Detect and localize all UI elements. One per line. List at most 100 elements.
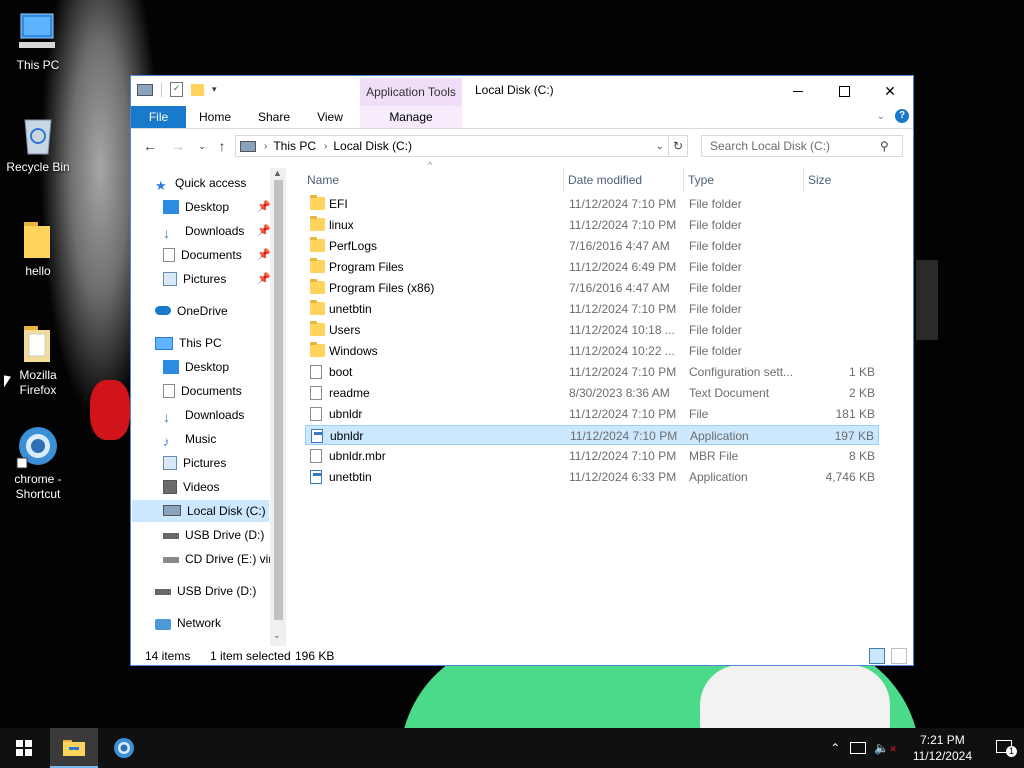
- file-row[interactable]: readme 8/30/2023 8:36 AM Text Document 2 KB: [305, 383, 879, 403]
- nav-qa-documents[interactable]: Documents 📌: [163, 244, 273, 266]
- properties-icon[interactable]: ✓: [170, 82, 183, 97]
- wallpaper-red-shape: [90, 380, 130, 440]
- qat-divider: [161, 82, 162, 97]
- column-header-date[interactable]: Date modified: [563, 168, 683, 192]
- nav-this-pc[interactable]: This PC: [155, 332, 222, 354]
- scroll-down-icon[interactable]: ⌄: [273, 630, 281, 641]
- navigation-scrollbar[interactable]: ▲ ⌄: [270, 168, 286, 646]
- nav-network[interactable]: Network: [155, 612, 221, 634]
- column-header-size[interactable]: Size: [803, 168, 884, 192]
- desktop-icon-hello[interactable]: hello: [3, 216, 73, 279]
- file-size: 2 KB: [848, 386, 875, 400]
- nav-label: USB Drive (D:): [177, 584, 257, 598]
- desktop-icon-chrome-shortcut[interactable]: chrome - Shortcut: [3, 424, 73, 502]
- document-icon: [310, 386, 322, 400]
- nav-pc-downloads[interactable]: ↓ Downloads: [163, 404, 244, 426]
- file-row[interactable]: PerfLogs 7/16/2016 4:47 AM File folder: [305, 236, 879, 256]
- drive-icon[interactable]: [137, 83, 153, 96]
- file-row[interactable]: unetbtin 11/12/2024 7:10 PM File folder: [305, 299, 879, 319]
- notification-center-button[interactable]: 1: [984, 740, 1024, 757]
- address-dropdown-icon[interactable]: ⌄: [656, 141, 664, 152]
- close-button[interactable]: ✕: [867, 76, 913, 106]
- breadcrumb-local-disk[interactable]: Local Disk (C:): [333, 139, 412, 153]
- large-icons-view-button[interactable]: [891, 648, 907, 664]
- nav-quick-access[interactable]: ★ Quick access: [155, 172, 246, 194]
- address-bar[interactable]: › This PC › Local Disk (C:) ⌄: [235, 135, 669, 157]
- column-header-type[interactable]: Type: [683, 168, 800, 192]
- tab-home[interactable]: Home: [189, 106, 241, 128]
- file-date: 11/12/2024 10:22 ...: [569, 344, 675, 358]
- nav-label: This PC: [179, 336, 222, 350]
- desktop-icon-this-pc[interactable]: This PC: [3, 10, 73, 73]
- search-input[interactable]: [708, 138, 880, 154]
- file-row[interactable]: Program Files (x86) 7/16/2016 4:47 AM File…: [305, 278, 879, 298]
- file-row[interactable]: ubnldr 11/12/2024 7:10 PM File 181 KB: [305, 404, 879, 424]
- nav-usb-drive[interactable]: USB Drive (D:): [155, 580, 256, 602]
- tab-share[interactable]: Share: [247, 106, 301, 128]
- help-icon[interactable]: ?: [895, 109, 909, 123]
- file-row[interactable]: Windows 11/12/2024 10:22 ... File folder: [305, 341, 879, 361]
- new-folder-icon[interactable]: [191, 83, 204, 96]
- column-header-name[interactable]: Name: [303, 168, 562, 192]
- nav-cd-drive[interactable]: CD Drive (E:) virt: [163, 548, 276, 570]
- scroll-up-icon[interactable]: ▲: [273, 168, 282, 178]
- file-row[interactable]: linux 11/12/2024 7:10 PM File folder: [305, 215, 879, 235]
- refresh-button[interactable]: ↻: [669, 135, 688, 157]
- network-status-icon[interactable]: [850, 742, 867, 754]
- firefox-folder-icon: [24, 326, 50, 362]
- address-toolbar: ← → ⌄ ↑ › This PC › Local Disk (C:) ⌄ ↻ …: [131, 133, 913, 159]
- file-row[interactable]: Users 11/12/2024 10:18 ... File folder: [305, 320, 879, 340]
- taskbar-file-explorer[interactable]: [50, 728, 98, 768]
- nav-qa-pictures[interactable]: Pictures 📌: [163, 268, 273, 290]
- nav-onedrive[interactable]: OneDrive: [155, 300, 228, 322]
- tab-file[interactable]: File: [131, 106, 186, 128]
- nav-pc-music[interactable]: ♪ Music: [163, 428, 216, 450]
- file-row[interactable]: unetbtin 11/12/2024 6:33 PM Application 4,7…: [305, 467, 879, 487]
- nav-pc-desktop[interactable]: Desktop: [163, 356, 229, 378]
- forward-button[interactable]: →: [169, 137, 187, 155]
- nav-local-disk[interactable]: Local Disk (C:): [132, 500, 269, 522]
- file-row[interactable]: EFI 11/12/2024 7:10 PM File folder: [305, 194, 879, 214]
- folder-icon: [310, 342, 325, 357]
- minimize-button[interactable]: [775, 76, 821, 106]
- tab-manage[interactable]: Manage: [360, 106, 462, 128]
- details-view-button[interactable]: [869, 648, 885, 664]
- title-bar[interactable]: ✓ ▾ Application Tools Local Disk (C:) ✕: [131, 76, 913, 106]
- show-hidden-icons-icon[interactable]: ⌃: [830, 741, 840, 755]
- search-box: ⚲: [701, 135, 903, 157]
- breadcrumb-this-pc[interactable]: This PC: [273, 139, 316, 153]
- expand-ribbon-icon[interactable]: ⌄: [877, 111, 885, 122]
- file-row[interactable]: Program Files 11/12/2024 6:49 PM File fold…: [305, 257, 879, 277]
- file-row[interactable]: boot 11/12/2024 7:10 PM Configuration sett…: [305, 362, 879, 382]
- up-button[interactable]: ↑: [213, 137, 231, 155]
- desktop-icon-firefox[interactable]: Mozilla Firefox: [3, 320, 73, 398]
- clock-time: 7:21 PM: [920, 733, 965, 747]
- nav-pc-videos[interactable]: Videos: [163, 476, 219, 498]
- back-button[interactable]: ←: [141, 137, 159, 155]
- file-name: Program Files: [329, 260, 404, 274]
- scroll-thumb[interactable]: [274, 180, 283, 620]
- ribbon-tabs: File Home Share View Manage ⌄ ?: [131, 106, 913, 129]
- clock[interactable]: 7:21 PM 11/12/2024: [913, 732, 972, 764]
- recycle-bin-icon: [24, 119, 52, 155]
- qat-dropdown-icon[interactable]: ▾: [212, 84, 217, 95]
- file-size: 197 KB: [834, 429, 874, 443]
- taskbar-chrome[interactable]: [100, 728, 148, 768]
- nav-pc-pictures[interactable]: Pictures: [163, 452, 226, 474]
- start-button[interactable]: [0, 728, 48, 768]
- file-row[interactable]: ubnldr.mbr 11/12/2024 7:10 PM MBR File 8 KB: [305, 446, 879, 466]
- chrome-icon: [114, 738, 134, 758]
- recent-locations-button[interactable]: ⌄: [193, 137, 211, 155]
- file-size: 1 KB: [848, 365, 875, 379]
- nav-usb-drive-sub[interactable]: USB Drive (D:): [163, 524, 264, 546]
- tab-view[interactable]: View: [305, 106, 355, 128]
- search-icon[interactable]: ⚲: [880, 139, 889, 153]
- volume-muted-icon[interactable]: 🔈✕: [874, 741, 897, 755]
- nav-pc-documents[interactable]: Documents: [163, 380, 242, 402]
- file-row[interactable]: ubnldr 11/12/2024 7:10 PM Application 197 K…: [305, 425, 879, 445]
- nav-qa-desktop[interactable]: Desktop 📌: [163, 196, 273, 218]
- maximize-button[interactable]: [821, 76, 867, 106]
- application-icon: [311, 429, 323, 443]
- nav-qa-downloads[interactable]: ↓ Downloads 📌: [163, 220, 273, 242]
- desktop-icon-recycle-bin[interactable]: Recycle Bin: [3, 112, 73, 175]
